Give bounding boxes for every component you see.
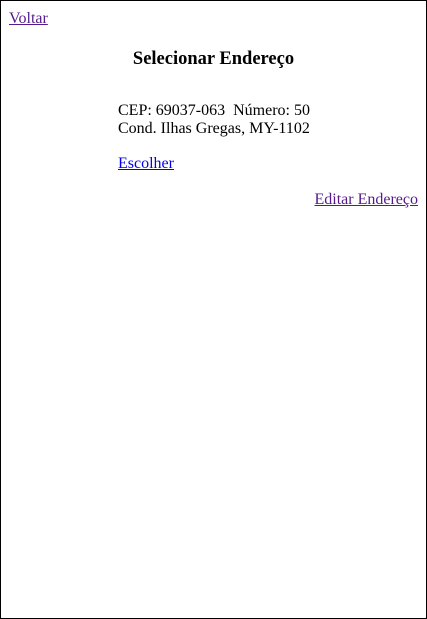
address-card: CEP: 69037-063 Número: 50 Cond. Ilhas Gr… (118, 102, 310, 138)
address-street-line: Cond. Ilhas Gregas, MY-1102 (118, 120, 310, 138)
street-value: Cond. Ilhas Gregas, MY-1102 (118, 120, 310, 137)
page-frame: Voltar Selecionar Endereço CEP: 69037-06… (0, 0, 427, 619)
cep-label: CEP: (118, 102, 152, 119)
cep-value: 69037-063 (155, 102, 226, 119)
edit-address-link[interactable]: Editar Endereço (315, 191, 419, 209)
choose-address-link[interactable]: Escolher (118, 155, 174, 173)
address-cep-line: CEP: 69037-063 Número: 50 (118, 102, 310, 120)
page-title: Selecionar Endereço (132, 49, 295, 69)
back-link[interactable]: Voltar (9, 10, 48, 28)
number-label: Número: (233, 102, 290, 119)
number-value: 50 (294, 102, 310, 119)
